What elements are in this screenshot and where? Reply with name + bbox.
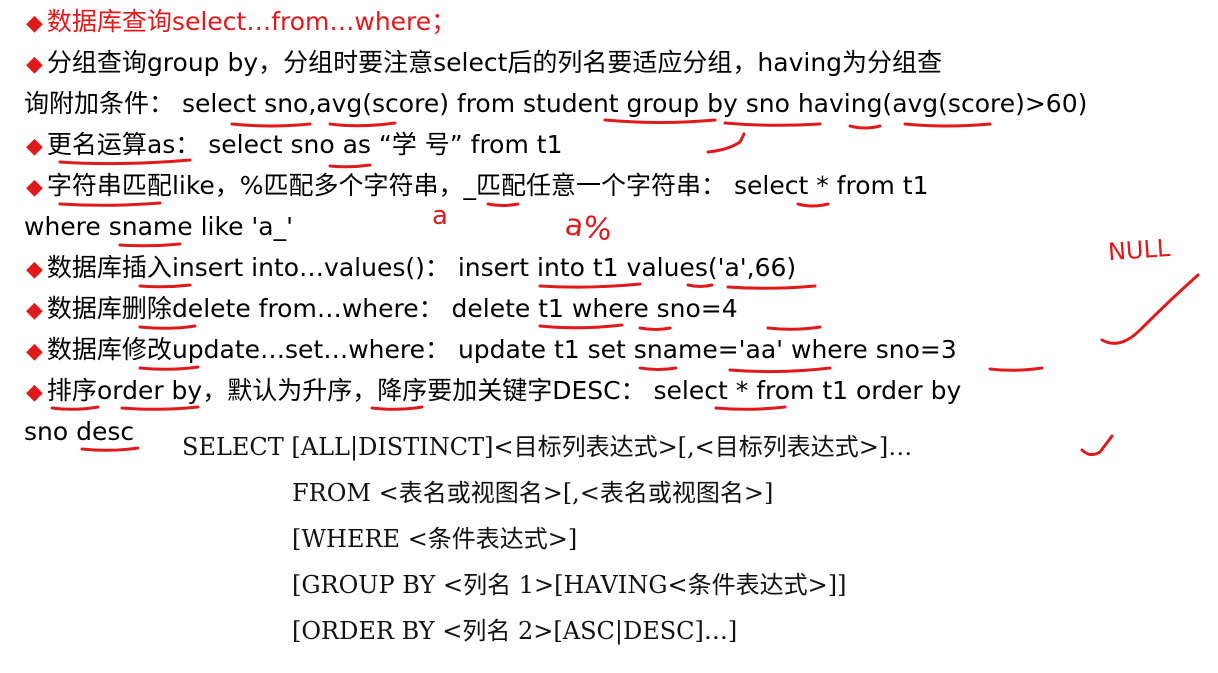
syntax-where: [WHERE <条件表达式>] — [292, 525, 578, 553]
handwritten-null: NULL — [1107, 234, 1172, 266]
update-text: update…set…where： update t1 set sname='a… — [171, 335, 957, 364]
diamond-bullet-icon: ◆ — [26, 11, 43, 36]
line-like-cont: where sname like 'a_' — [24, 207, 293, 247]
syntax-order-by: [ORDER BY <列名 2>[ASC|DESC]…] — [292, 617, 738, 645]
diamond-bullet-icon: ◆ — [26, 298, 43, 323]
line-insert: ◆ 数据库插入insert into…values()： insert into … — [26, 248, 796, 290]
diamond-bullet-icon: ◆ — [26, 52, 43, 77]
line-rename: ◆ 更名运算as： select sno as “学 号” from t1 — [26, 125, 563, 167]
like-text: like，%匹配多个字符串，_匹配任意一个字符串： select * from … — [171, 171, 929, 200]
check-mark — [1100, 273, 1200, 345]
underline-mark — [848, 124, 882, 130]
diamond-bullet-icon: ◆ — [26, 339, 43, 364]
syntax-select: SELECT [ALL|DISTINCT]<目标列表达式>[,<目标列表达式>]… — [182, 433, 913, 461]
syntax-group-by: [GROUP BY <列名 1>[HAVING<条件表达式>]] — [292, 571, 847, 599]
rename-text: as： select sno as “学 号” from t1 — [146, 130, 563, 159]
delete-text: delete from…where： delete t1 where sno=4 — [171, 294, 738, 323]
line-update: ◆ 数据库修改update…set…where： update t1 set sn… — [26, 330, 957, 372]
order-by-text: order by，默认为升序，降序要加关键字DESC： select * fro… — [96, 376, 962, 405]
order-by-topic: 排序 — [46, 376, 97, 405]
slide: ◆ 数据库查询select…from…where； ◆ 分组查询group by，分… — [0, 0, 1218, 673]
delete-topic: 数据库删除 — [46, 294, 172, 323]
check-mark — [706, 132, 746, 154]
line-like: ◆ 字符串匹配like，%匹配多个字符串，_匹配任意一个字符串： select *… — [26, 166, 929, 208]
group-by-example: 询附加条件： select sno,avg(score) from studen… — [24, 89, 1088, 118]
check-mark — [1080, 434, 1114, 457]
line-delete: ◆ 数据库删除delete from…where： delete t1 where… — [26, 289, 738, 331]
update-topic: 数据库修改 — [46, 335, 172, 364]
underline-mark — [766, 325, 822, 331]
like-topic: 字符串匹配 — [46, 171, 172, 200]
query-title: 数据库查询select…from…where； — [46, 7, 457, 36]
syntax-from: FROM <表名或视图名>[,<表名或视图名>] — [292, 479, 774, 507]
like-example: where sname like 'a_' — [24, 212, 293, 241]
line-group-by: ◆ 分组查询group by，分组时要注意select后的列名要适应分组，havi… — [26, 43, 942, 85]
rename-topic: 更名运算 — [46, 130, 147, 159]
line-order-by: ◆ 排序order by，默认为升序，降序要加关键字DESC： select * … — [26, 371, 961, 413]
order-by-example: sno desc — [24, 417, 135, 446]
line-query: ◆ 数据库查询select…from…where； — [26, 2, 456, 44]
underline-mark — [903, 122, 992, 128]
handwritten-a-percent: a% — [563, 207, 614, 248]
diamond-bullet-icon: ◆ — [26, 257, 43, 282]
diamond-bullet-icon: ◆ — [26, 134, 43, 159]
insert-text: insert into…values()： insert into t1 val… — [171, 253, 797, 282]
line-group-by-cont: 询附加条件： select sno,avg(score) from studen… — [24, 84, 1087, 124]
insert-topic: 数据库插入 — [46, 253, 172, 282]
group-by-topic: 分组查询 — [46, 48, 147, 77]
underline-mark — [988, 366, 1044, 372]
diamond-bullet-icon: ◆ — [26, 380, 43, 405]
line-order-by-cont: sno desc — [24, 412, 134, 452]
diamond-bullet-icon: ◆ — [26, 175, 43, 200]
group-by-text: group by，分组时要注意select后的列名要适应分组，having为分组… — [146, 48, 943, 77]
